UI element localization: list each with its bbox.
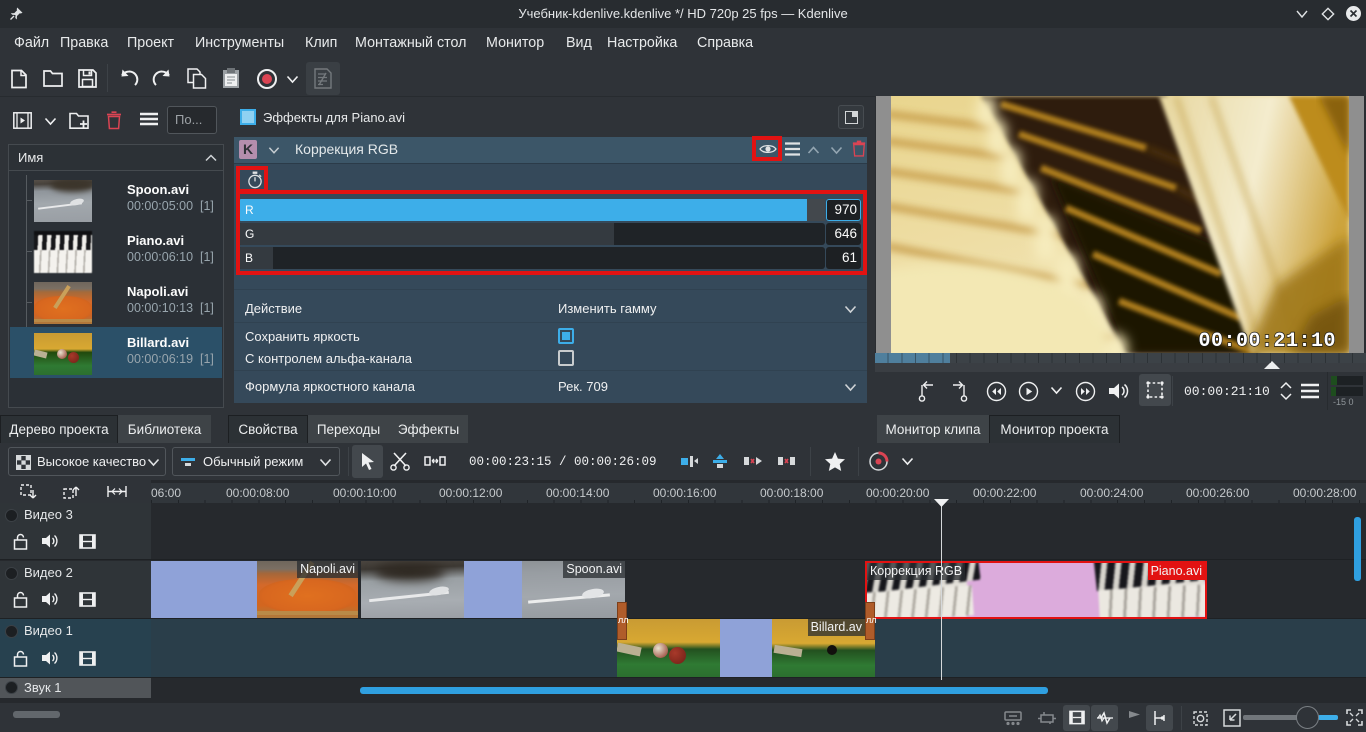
- svg-text:00:00:21:10: 00:00:21:10: [1198, 330, 1336, 353]
